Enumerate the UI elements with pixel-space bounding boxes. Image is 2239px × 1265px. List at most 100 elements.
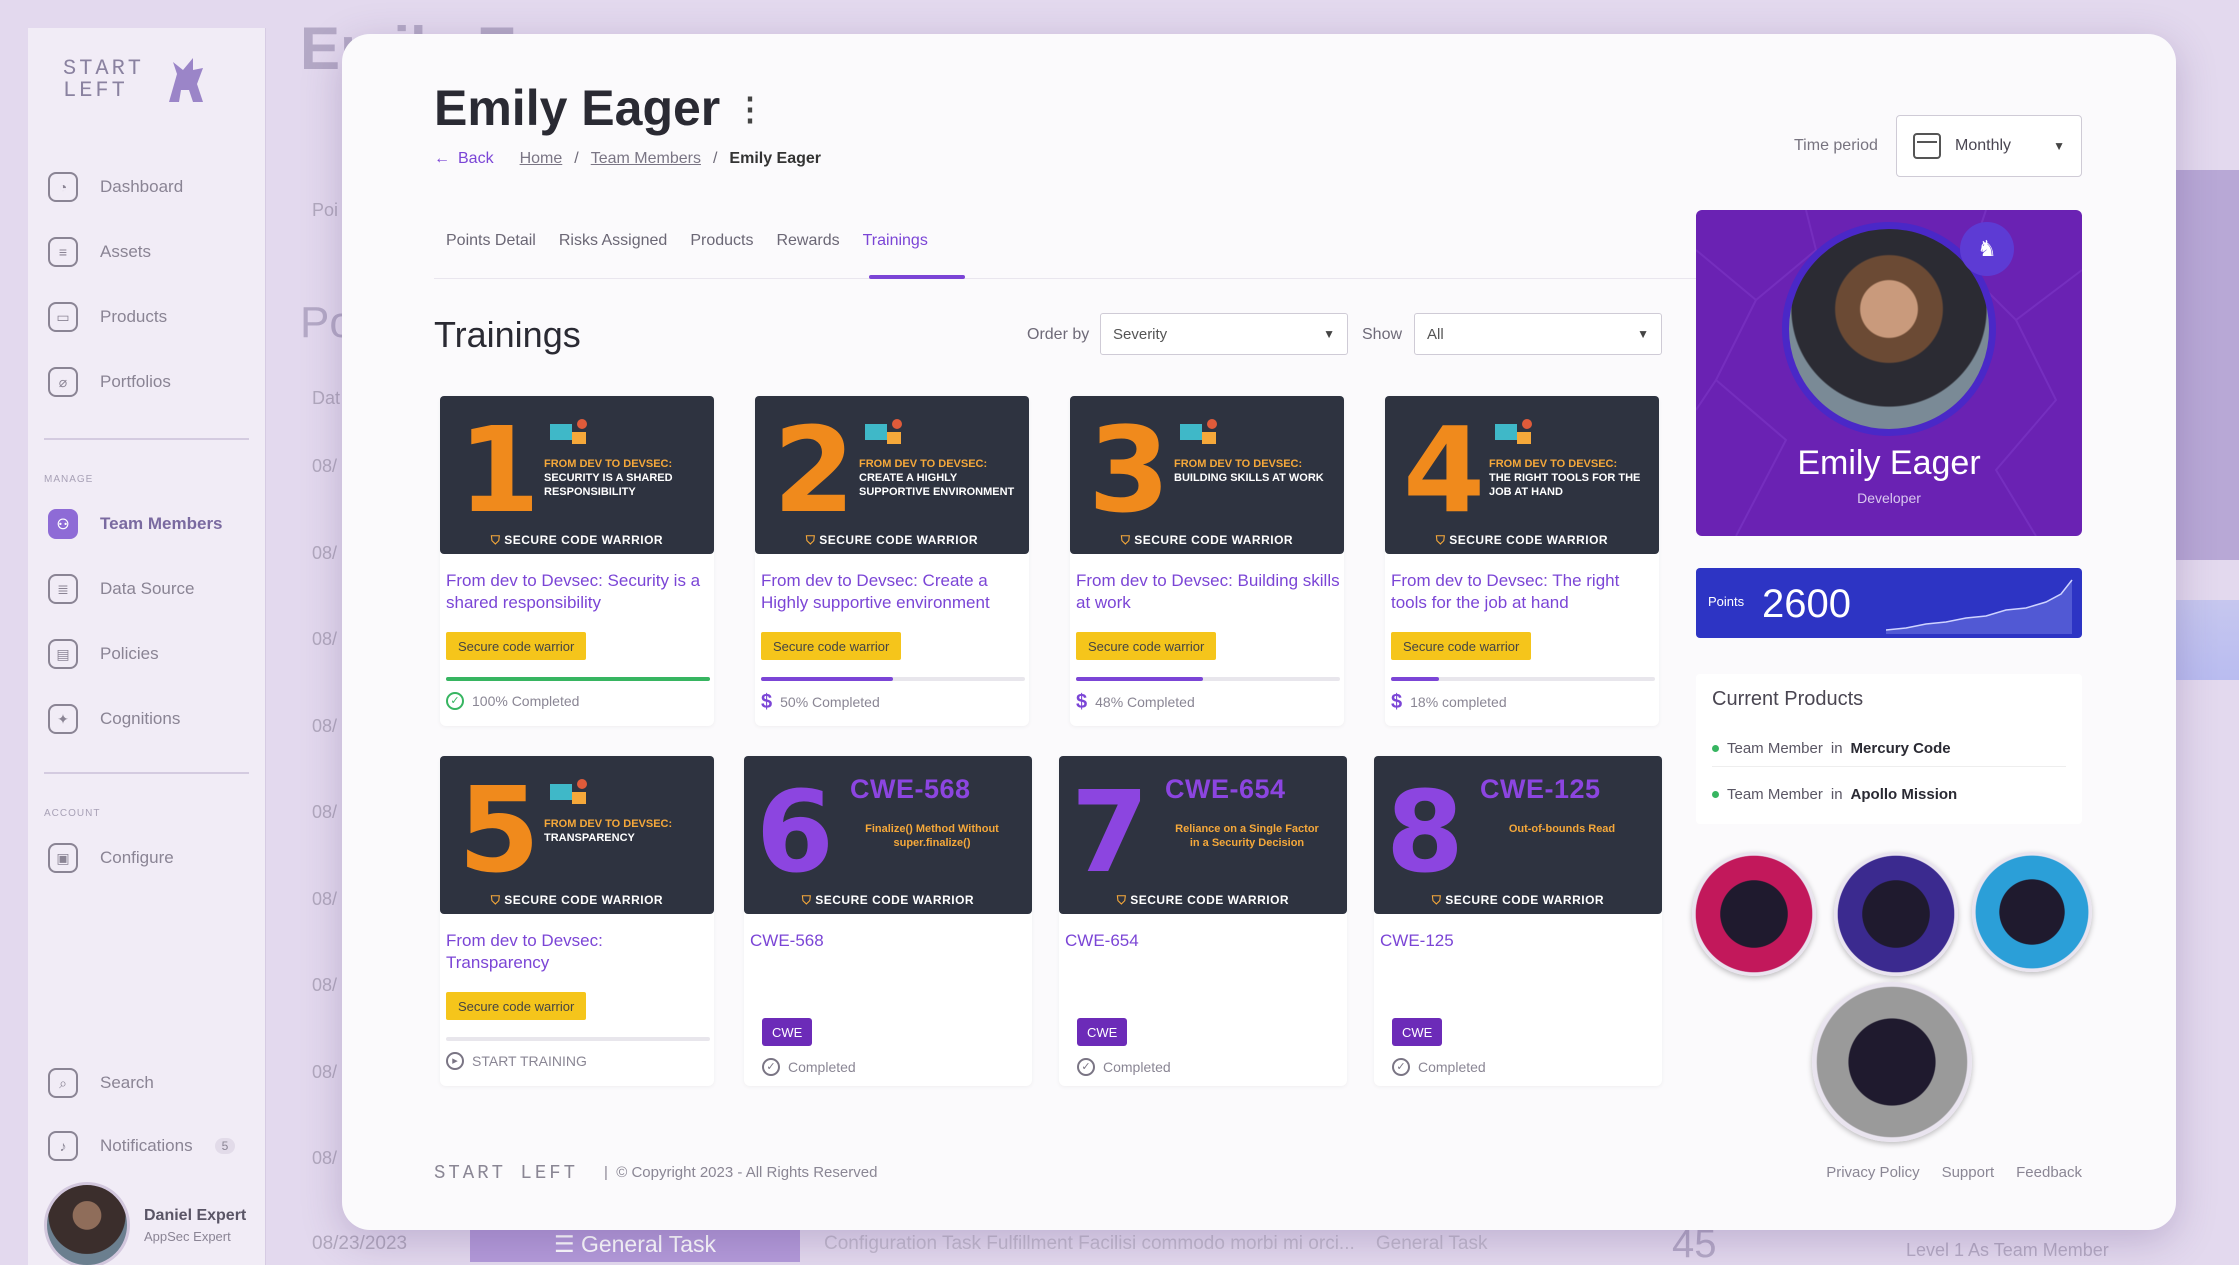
thumbnail-title-prefix: FROM DEV TO DEVSEC:: [544, 458, 673, 470]
training-title[interactable]: CWE-654: [1065, 930, 1329, 974]
shield-icon: ⛉: [1431, 893, 1442, 907]
background-row-date: 08/: [312, 456, 338, 476]
cognition-icon: ✦: [48, 704, 78, 734]
support-link[interactable]: Support: [1942, 1164, 1995, 1181]
time-period-select[interactable]: Monthly ▼: [1896, 115, 2082, 177]
back-button[interactable]: ← Back: [434, 150, 494, 168]
achievement-badge-icon[interactable]: [1692, 852, 1816, 976]
play-circle-icon: ▸: [446, 1052, 464, 1070]
team-icon: ⚇: [48, 509, 78, 539]
training-title[interactable]: From dev to Devsec: Transparency: [446, 930, 710, 974]
configure-icon: ▣: [48, 843, 78, 873]
background-tab-fragment: Poi: [312, 200, 339, 220]
profile-name: Emily Eager: [1797, 444, 1981, 482]
tab-trainings[interactable]: Trainings: [863, 232, 928, 250]
copyright-text: © Copyright 2023 - All Rights Reserved: [616, 1164, 878, 1181]
tab-points-detail[interactable]: Points Detail: [446, 232, 536, 250]
privacy-policy-link[interactable]: Privacy Policy: [1826, 1164, 1919, 1181]
current-product-item[interactable]: Team Member in Apollo Mission: [1712, 786, 1957, 803]
sidebar-item-notifications[interactable]: ♪ Notifications 5: [48, 1131, 258, 1161]
training-title[interactable]: CWE-125: [1380, 930, 1644, 974]
tab-products[interactable]: Products: [690, 232, 753, 250]
sidebar-item-cognitions[interactable]: ✦ Cognitions: [48, 704, 258, 734]
training-title[interactable]: CWE-568: [750, 930, 1014, 974]
training-status: ✓ 100% Completed: [446, 692, 579, 710]
provider-tag: Secure code warrior: [446, 632, 587, 660]
achievement-badge-icon[interactable]: [1972, 852, 2092, 972]
training-title[interactable]: From dev to Devsec: Security is a shared…: [446, 570, 710, 614]
provider-tag: Secure code warrior: [1076, 632, 1217, 660]
tab-rewards[interactable]: Rewards: [776, 232, 839, 250]
background-row-level: Level 1 As Team Member: [1906, 1240, 2109, 1260]
scw-label: SECURE CODE WARRIOR: [504, 533, 664, 547]
breadcrumb-home[interactable]: Home: [520, 150, 563, 168]
sidebar-item-configure[interactable]: ▣ Configure: [48, 843, 258, 873]
show-label: Show: [1362, 326, 1403, 343]
training-thumbnail: 2 FROM DEV TO DEVSEC: CREATE A HIGHLY SUPP…: [755, 396, 1029, 554]
caret-down-icon: ▼: [2053, 139, 2065, 153]
current-product-item[interactable]: Team Member in Mercury Code: [1712, 740, 1951, 757]
training-card[interactable]: 8 CWE-125 Out-of-bounds Read ⛉ SECURE CODE …: [1374, 756, 1662, 1086]
sidebar-item-products[interactable]: ▭ Products: [48, 302, 258, 332]
scw-label: SECURE CODE WARRIOR: [1130, 893, 1290, 907]
training-title[interactable]: From dev to Devsec: Create a Highly supp…: [761, 570, 1025, 614]
more-options-icon[interactable]: ⋮: [734, 90, 766, 128]
user-name: Daniel Expert: [144, 1206, 247, 1224]
training-status: ✓ Completed: [1392, 1058, 1486, 1076]
notification-count-badge: 5: [214, 1138, 236, 1154]
sidebar-item-search[interactable]: ⌕ Search: [48, 1068, 258, 1098]
training-status[interactable]: ▸ START TRAINING: [446, 1052, 587, 1070]
scw-label: SECURE CODE WARRIOR: [1449, 533, 1609, 547]
row-type: General Task: [1375, 1233, 1488, 1254]
scw-label: SECURE CODE WARRIOR: [1445, 893, 1605, 907]
background-row-chip: ☰ General Task: [470, 1226, 800, 1262]
achievement-badge-icon[interactable]: [1812, 982, 1972, 1142]
points-sparkline: [1886, 579, 2073, 634]
server-icon: ≡: [48, 237, 78, 267]
breadcrumb-team-members[interactable]: Team Members: [591, 150, 701, 168]
training-card[interactable]: 4 FROM DEV TO DEVSEC: THE RIGHT TOOLS FOR …: [1385, 396, 1659, 726]
show-select[interactable]: All ▼: [1414, 313, 1662, 355]
status-text: Completed: [1103, 1059, 1171, 1075]
footer-links: Privacy Policy Support Feedback: [1826, 1164, 2082, 1181]
current-products-card: Current Products Team Member in Mercury …: [1696, 674, 2082, 824]
training-card[interactable]: 6 CWE-568 Finalize() Method Without super.…: [744, 756, 1032, 1086]
thumbnail-cwe-code: CWE-125: [1480, 774, 1601, 804]
sidebar-item-label: Cognitions: [100, 709, 181, 728]
training-status: $50% Completed: [761, 692, 880, 712]
cwe-tag: CWE: [1392, 1018, 1443, 1046]
sidebar-item-assets[interactable]: ≡ Assets: [48, 237, 258, 267]
document-icon: ▤: [48, 639, 78, 669]
thumbnail-title-main: THE RIGHT TOOLS FOR THE JOB AT HAND: [1489, 471, 1641, 498]
thumbnail-number: 3: [1088, 401, 1171, 539]
training-card[interactable]: 3 FROM DEV TO DEVSEC: BUILDING SKILLS AT W…: [1070, 396, 1344, 726]
profile-card: ♞ Emily Eager Developer: [1696, 210, 2082, 536]
product-name: Mercury Code: [1850, 740, 1951, 757]
sidebar-item-data-source[interactable]: ≣ Data Source: [48, 574, 258, 604]
sidebar-item-policies[interactable]: ▤ Policies: [48, 639, 258, 669]
current-user[interactable]: Daniel Expert AppSec Expert: [44, 1182, 246, 1265]
training-title[interactable]: From dev to Devsec: The right tools for …: [1391, 570, 1655, 614]
training-card[interactable]: 7 CWE-654 Reliance on a Single Factor in a…: [1059, 756, 1347, 1086]
product-name: Apollo Mission: [1850, 786, 1958, 803]
provider-tag: Secure code warrior: [1391, 632, 1532, 660]
sidebar-item-dashboard[interactable]: ◔ Dashboard: [48, 172, 258, 202]
background-right-chart: [2176, 600, 2239, 680]
background-column-header: Dat: [312, 388, 341, 408]
background-row-date: 08/: [312, 1061, 338, 1082]
training-card[interactable]: 1 FROM DEV TO DEVSEC: SECURITY IS A SHARED…: [440, 396, 714, 726]
background-row-date: 08/: [312, 802, 338, 822]
training-card[interactable]: 2 FROM DEV TO DEVSEC: CREATE A HIGHLY SUPP…: [755, 396, 1029, 726]
status-text: 48% Completed: [1095, 694, 1195, 710]
sidebar-item-team-members[interactable]: ⚇ Team Members: [48, 509, 258, 539]
section-account-label: ACCOUNT: [44, 808, 101, 819]
feedback-link[interactable]: Feedback: [2016, 1164, 2082, 1181]
order-by-select[interactable]: Severity ▼: [1100, 313, 1348, 355]
training-card[interactable]: 5 FROM DEV TO DEVSEC: TRANSPARENCY ⛉ SECURE…: [440, 756, 714, 1086]
thumbnail-title: FROM DEV TO DEVSEC: CREATE A HIGHLY SUPPO…: [859, 458, 1019, 499]
tab-risks-assigned[interactable]: Risks Assigned: [559, 232, 668, 250]
sidebar-item-portfolios[interactable]: ⌀ Portfolios: [48, 367, 258, 397]
achievement-badge-icon[interactable]: [1834, 852, 1958, 976]
sidebar-item-label: Products: [100, 307, 168, 326]
training-title[interactable]: From dev to Devsec: Building skills at w…: [1076, 570, 1340, 614]
